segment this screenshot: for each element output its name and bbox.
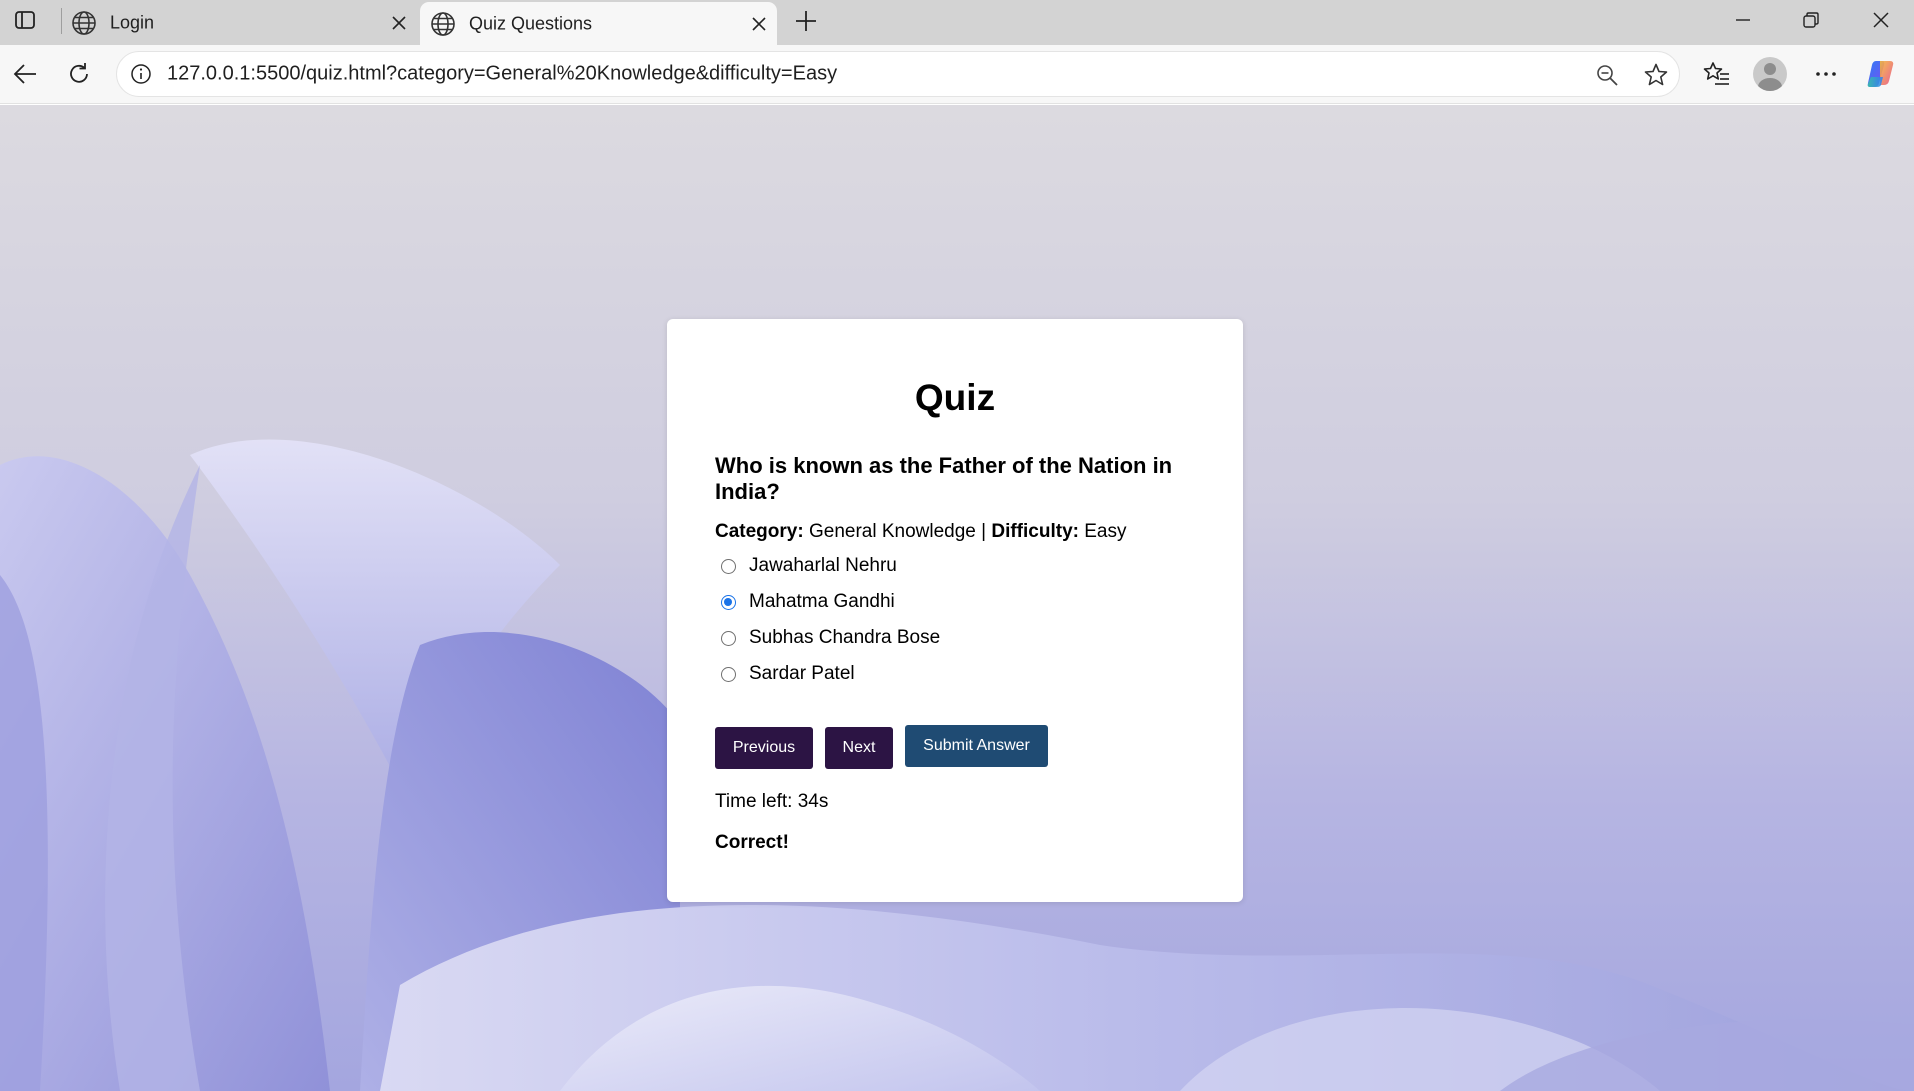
url-text[interactable]: 127.0.0.1:5500/quiz.html?category=Genera… [167, 63, 837, 86]
feedback-text: Correct! [715, 832, 789, 853]
window-close-icon[interactable] [1852, 0, 1910, 40]
more-icon[interactable] [1806, 54, 1846, 94]
option-subhas-chandra-bose[interactable]: Subhas Chandra Bose [721, 623, 1041, 653]
difficulty-value: Easy [1084, 521, 1127, 542]
info-icon[interactable] [129, 62, 153, 86]
submit-answer-button[interactable]: Submit Answer [905, 725, 1048, 767]
address-bar[interactable]: 127.0.0.1:5500/quiz.html?category=Genera… [116, 51, 1680, 97]
favorites-icon[interactable] [1697, 54, 1737, 94]
option-label: Mahatma Gandhi [749, 591, 895, 612]
reload-icon[interactable] [59, 54, 99, 94]
category-label: Category: [715, 521, 804, 542]
tab-title: Quiz Questions [469, 13, 593, 33]
star-icon[interactable] [1642, 61, 1670, 89]
globe-icon [430, 11, 456, 37]
next-button[interactable]: Next [825, 727, 893, 769]
meta-separator: | [981, 521, 987, 542]
radio-button[interactable] [721, 666, 736, 682]
minimize-icon[interactable] [1714, 0, 1772, 40]
difficulty-label: Difficulty: [991, 521, 1079, 542]
close-icon[interactable] [747, 12, 771, 36]
avatar-image [1753, 57, 1787, 91]
radio-button[interactable] [721, 594, 736, 610]
close-icon[interactable] [387, 11, 411, 35]
avatar[interactable] [1750, 54, 1790, 94]
quiz-card: Quiz Who is known as the Father of the N… [667, 319, 1243, 902]
arrow-left-icon[interactable] [5, 54, 45, 94]
copilot-icon[interactable] [1861, 54, 1901, 94]
option-label: Subhas Chandra Bose [749, 627, 941, 648]
plus-icon[interactable] [790, 5, 822, 37]
browser-toolbar: 127.0.0.1:5500/quiz.html?category=Genera… [0, 45, 1914, 104]
option-label: Sardar Patel [749, 663, 855, 684]
tab-title: Login [110, 12, 155, 32]
option-jawaharlal-nehru[interactable]: Jawaharlal Nehru [721, 551, 1041, 581]
tab-quiz-questions[interactable]: Quiz Questions [420, 2, 777, 45]
page-title: Quiz [914, 377, 996, 418]
timer-text: Time left: 34s [715, 791, 829, 812]
page-viewport: Quiz Who is known as the Father of the N… [0, 105, 1914, 1091]
tab-actions-icon[interactable] [12, 7, 38, 33]
option-mahatma-gandhi[interactable]: Mahatma Gandhi [721, 587, 1041, 617]
restore-icon[interactable] [1782, 0, 1840, 40]
tab-login[interactable]: Login [62, 0, 417, 45]
quiz-meta: Category: General Knowledge | Difficulty… [715, 521, 1127, 543]
option-sardar-patel[interactable]: Sardar Patel [721, 659, 1041, 689]
option-label: Jawaharlal Nehru [749, 555, 897, 576]
radio-button[interactable] [721, 630, 736, 646]
zoom-out-icon[interactable] [1593, 61, 1621, 89]
globe-icon [71, 10, 97, 36]
previous-button[interactable]: Previous [715, 727, 813, 769]
radio-button[interactable] [721, 558, 736, 574]
tab-strip: Login Quiz Questions [0, 0, 1914, 45]
question-text: Who is known as the Father of the Nation… [715, 453, 1173, 504]
category-value: General Knowledge [808, 521, 976, 542]
